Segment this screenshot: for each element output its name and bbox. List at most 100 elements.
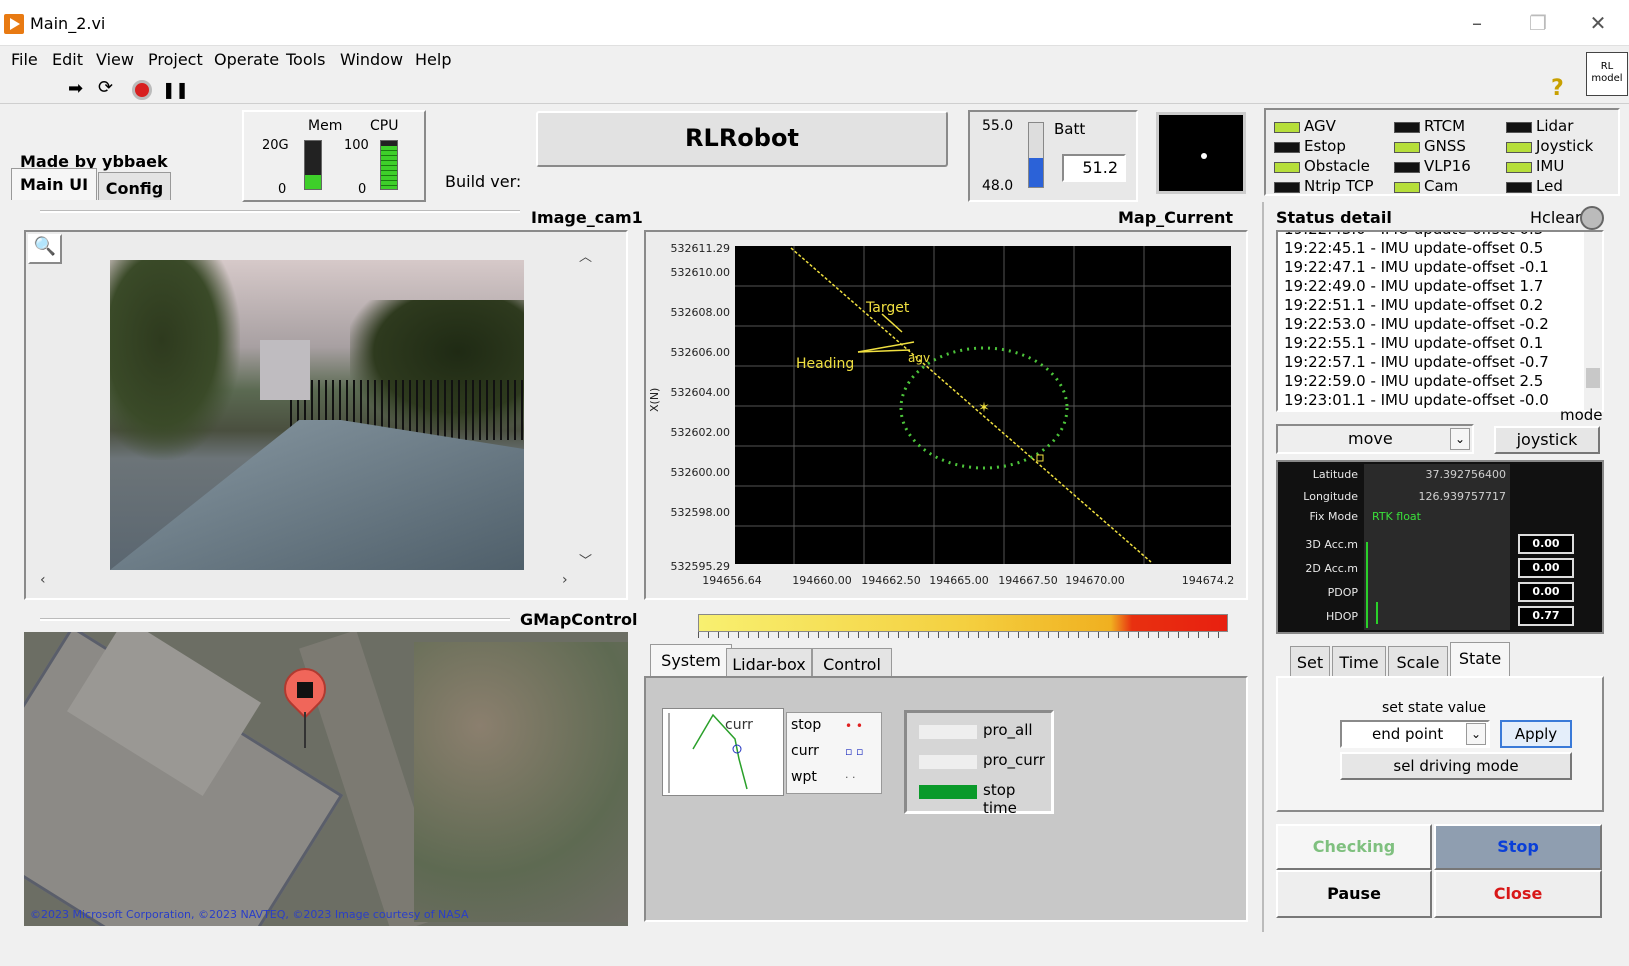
scroll-right-icon[interactable]: ›	[562, 572, 568, 588]
battery-panel: 55.0 48.0 Batt 51.2	[968, 110, 1138, 202]
chevron-down-icon[interactable]: ⌄	[1450, 428, 1470, 450]
color-scale	[698, 614, 1228, 632]
acc-bar	[1366, 542, 1368, 628]
tab-time[interactable]: Time	[1332, 646, 1386, 678]
chevron-down-icon[interactable]: ⌄	[1466, 723, 1486, 745]
menu-project[interactable]: Project	[148, 50, 203, 69]
wpt-marker-icon: · ·	[845, 771, 856, 784]
legend-curr: curr	[791, 743, 819, 759]
log-scroll-thumb[interactable]	[1586, 368, 1600, 388]
y-tick-label: 532608.00	[671, 306, 731, 319]
run-arrow-icon[interactable]: ➡	[68, 78, 83, 99]
vi-icon: RL model	[1586, 52, 1628, 96]
sel-driving-mode-button[interactable]: sel driving mode	[1340, 752, 1572, 780]
gmap-view[interactable]: ©2023 Microsoft Corporation, ©2023 NAVTE…	[24, 632, 628, 926]
status-led-label: Obstacle	[1304, 157, 1370, 175]
menu-tools[interactable]: Tools	[286, 50, 325, 69]
pause-button[interactable]: Pause	[1276, 870, 1432, 918]
stop-time-bar	[919, 785, 977, 799]
tab-lidar-box[interactable]: Lidar-box	[726, 648, 812, 678]
camera-image	[110, 260, 524, 570]
checking-button[interactable]: Checking	[1276, 824, 1432, 870]
abort-icon[interactable]	[132, 80, 152, 100]
tab-control[interactable]: Control	[812, 648, 892, 678]
y-tick-label: 532600.00	[671, 466, 731, 479]
batt-min: 48.0	[982, 178, 1014, 194]
gps-label: 3D Acc.m	[1305, 538, 1358, 551]
map-title: Map_Current	[1118, 208, 1233, 227]
scroll-left-icon[interactable]: ‹	[40, 572, 46, 588]
mini-plot: curr	[662, 708, 784, 796]
x-tick-label: 194660.00	[792, 574, 852, 587]
log-line: 19:22:57.1 - IMU update-offset -0.7	[1284, 353, 1549, 371]
tab-system[interactable]: System	[650, 644, 732, 678]
status-leds: AGV RTCM Lidar Estop GNSS Joystick Obstacle VLP…	[1264, 108, 1620, 196]
y-tick-labels: 532611.29 532610.00 532608.00 532606.00 5326…	[671, 242, 731, 573]
gps-numeric-value: 0.00	[1518, 534, 1574, 554]
menu-view[interactable]: View	[96, 50, 134, 69]
menu-file[interactable]: File	[11, 50, 38, 69]
state-select[interactable]: end point ⌄	[1340, 720, 1490, 748]
mode-select[interactable]: move ⌄	[1276, 424, 1474, 454]
minimize-button[interactable]: –	[1466, 12, 1488, 34]
hclear-toggle[interactable]	[1580, 206, 1604, 230]
log-line: 19:22:49.0 - IMU update-offset 1.7	[1284, 277, 1544, 295]
zoom-icon[interactable]: 🔍	[28, 234, 62, 264]
x-tick-labels: 194656.64 194660.00 194662.50 194665.00 1946…	[702, 574, 1234, 587]
plot-legend: stop curr wpt • • ▫ ▫ · ·	[786, 712, 882, 794]
position-indicator	[1156, 112, 1246, 194]
rlrobot-button[interactable]: RLRobot	[536, 111, 948, 167]
map-panel: 532611.29 532610.00 532608.00 532606.00 5326…	[644, 230, 1248, 600]
pause-icon[interactable]: ❚❚	[162, 80, 189, 99]
set-state-label: set state value	[1382, 700, 1487, 716]
close-window-button[interactable]: ✕	[1587, 12, 1609, 34]
build-version-label: Build ver:	[445, 172, 522, 191]
legend-wpt: wpt	[791, 769, 817, 785]
menu-edit[interactable]: Edit	[52, 50, 83, 69]
y-tick-label: 532602.00	[671, 426, 731, 439]
stop-button[interactable]: Stop	[1434, 824, 1602, 870]
camera-title: Image_cam1	[531, 208, 643, 227]
scroll-up-icon[interactable]: ︿	[579, 246, 592, 265]
scroll-down-icon[interactable]: ﹀	[579, 550, 592, 569]
status-led-gnss	[1394, 142, 1420, 153]
state-panel: set state value end point ⌄ Apply sel dr…	[1276, 676, 1604, 812]
menu-window[interactable]: Window	[340, 50, 403, 69]
apply-button[interactable]: Apply	[1500, 720, 1572, 748]
batt-gauge	[1028, 122, 1044, 188]
status-led-label: Ntrip TCP	[1304, 177, 1374, 195]
batt-max: 55.0	[982, 118, 1014, 134]
status-led-estop	[1274, 142, 1300, 153]
stop-time-label: stop time	[983, 781, 1017, 817]
status-led-imu	[1506, 162, 1532, 173]
menu-bar: File Edit View Project Operate Tools Win…	[0, 46, 1629, 74]
status-led-led	[1506, 182, 1532, 193]
pin-center	[297, 682, 313, 698]
menu-help[interactable]: Help	[415, 50, 451, 69]
mem-label: Mem	[308, 118, 343, 134]
run-continuously-icon[interactable]: ⟳	[98, 77, 113, 98]
map-credit: ©2023 Microsoft Corporation, ©2023 NAVTE…	[30, 908, 469, 921]
log-scrollbar[interactable]	[1584, 232, 1602, 410]
question-icon[interactable]: ?	[1551, 76, 1564, 101]
status-log[interactable]: 19:22:43.0 - IMU update-offset 0.3 19:22…	[1276, 230, 1604, 412]
joystick-button[interactable]: joystick	[1494, 426, 1600, 454]
heading-annotation: Heading	[796, 356, 854, 372]
status-led-label: Led	[1536, 177, 1563, 195]
tab-main-ui[interactable]: Main UI	[11, 168, 97, 200]
gps-numeric-value: 0.77	[1518, 606, 1574, 626]
stop-time-fill	[919, 785, 977, 799]
tab-state[interactable]: State	[1450, 642, 1510, 678]
tab-set[interactable]: Set	[1290, 646, 1330, 678]
buildings	[260, 340, 310, 400]
maximize-button[interactable]: ❐	[1527, 12, 1549, 34]
tab-scale[interactable]: Scale	[1388, 646, 1448, 678]
tab-config[interactable]: Config	[98, 172, 171, 200]
mini-curr-label: curr	[725, 717, 753, 733]
y-axis-label: X(N)	[648, 388, 661, 412]
close-button[interactable]: Close	[1434, 870, 1602, 918]
batt-label: Batt	[1054, 120, 1086, 138]
gps-label: HDOP	[1325, 610, 1358, 623]
hdop-bar	[1376, 602, 1378, 624]
menu-operate[interactable]: Operate	[214, 50, 279, 69]
